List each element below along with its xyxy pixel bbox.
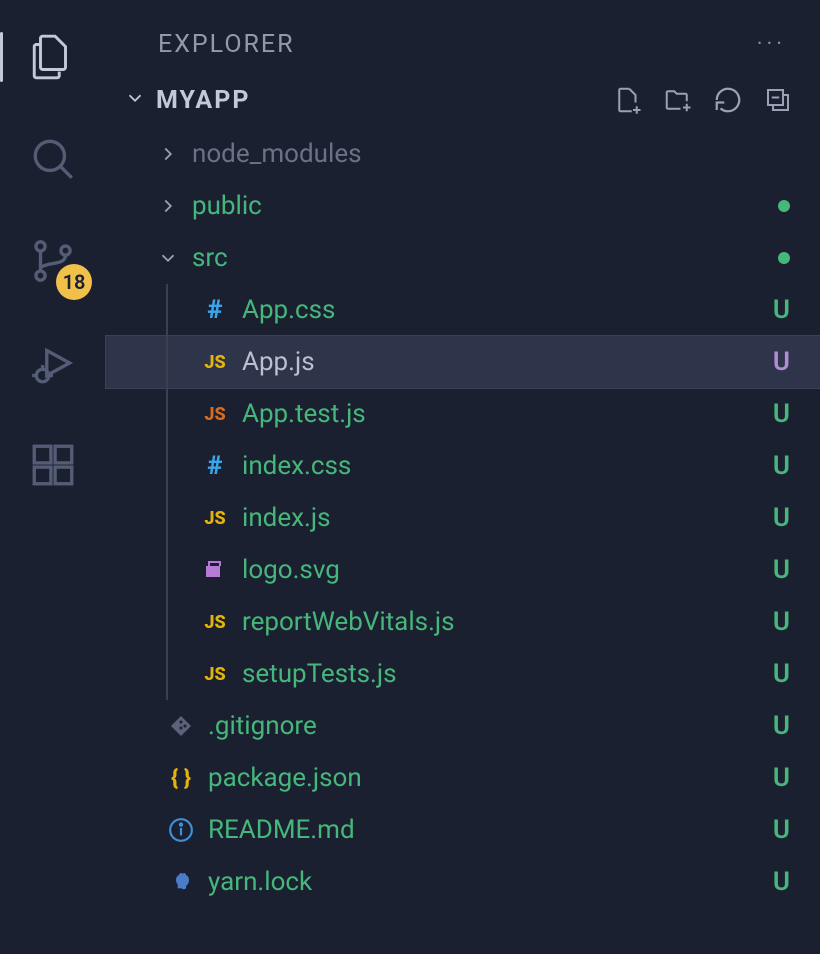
tree-node-label: README.md	[208, 815, 355, 845]
activity-scm[interactable]: 18	[22, 230, 84, 292]
status-untracked: U	[773, 763, 790, 793]
git-file-icon	[166, 711, 196, 741]
refresh-button[interactable]	[712, 84, 744, 116]
css-file-icon: #	[200, 295, 230, 325]
file-setupTests.js[interactable]: JS setupTests.js U	[106, 648, 820, 700]
folder-public[interactable]: public	[106, 180, 820, 232]
explorer-title: EXPLORER	[158, 30, 295, 59]
explorer-section-header[interactable]: MYAPP	[106, 72, 820, 128]
folder-node_modules[interactable]: node_modules	[106, 128, 820, 180]
tree-node-label: index.js	[242, 503, 331, 533]
status-untracked: U	[773, 399, 790, 429]
tree-node-label: .gitignore	[208, 711, 317, 741]
files-icon	[28, 32, 78, 82]
tree-node-label: App.js	[242, 347, 315, 377]
folder-src[interactable]: src	[106, 232, 820, 284]
tree-node-label: node_modules	[192, 139, 362, 169]
activity-debug[interactable]	[22, 332, 84, 394]
tree-node-label: setupTests.js	[242, 659, 397, 689]
file-package.json[interactable]: { } package.json U	[106, 752, 820, 804]
scm-badge: 18	[56, 264, 92, 300]
explorer-sidebar: EXPLORER ··· MYAPP node_modulespublic src…	[106, 0, 820, 954]
explorer-section-name: MYAPP	[156, 86, 250, 115]
status-untracked: U	[773, 659, 790, 689]
new-file-button[interactable]	[612, 84, 644, 116]
activity-search[interactable]	[22, 128, 84, 190]
status-untracked: U	[773, 607, 790, 637]
status-dot	[778, 252, 790, 264]
tree-node-label: reportWebVitals.js	[242, 607, 455, 637]
file-tree: node_modulespublicsrc#App.cssUJSApp.jsUJ…	[106, 128, 820, 908]
readme-file-icon	[166, 815, 196, 845]
activity-bar: 18	[0, 0, 106, 954]
file-App.js[interactable]: JS App.js U	[106, 336, 820, 388]
yarn-file-icon	[166, 867, 196, 897]
tree-node-label: yarn.lock	[208, 867, 312, 897]
status-untracked: U	[773, 347, 790, 377]
file-reportWebVitals.js[interactable]: JS reportWebVitals.js U	[106, 596, 820, 648]
tree-node-label: public	[192, 191, 262, 221]
js-file-icon: JS	[200, 503, 230, 533]
chevron-right-icon	[156, 143, 180, 165]
file-.gitignore[interactable]: .gitignore U	[106, 700, 820, 752]
search-icon	[28, 134, 78, 184]
collapse-all-button[interactable]	[762, 84, 794, 116]
status-untracked: U	[773, 295, 790, 325]
new-folder-button[interactable]	[662, 84, 694, 116]
refresh-icon	[713, 85, 743, 115]
js-file-icon: JS	[200, 347, 230, 377]
indent-guide	[166, 284, 168, 700]
status-untracked: U	[773, 711, 790, 741]
tree-node-label: App.test.js	[242, 399, 366, 429]
activity-explorer[interactable]	[22, 26, 84, 88]
explorer-header: EXPLORER ···	[106, 16, 820, 72]
new-file-icon	[613, 85, 643, 115]
svg-file-icon	[200, 555, 230, 585]
tree-node-label: App.css	[242, 295, 335, 325]
tree-node-label: package.json	[208, 763, 362, 793]
status-untracked: U	[773, 503, 790, 533]
status-untracked: U	[773, 867, 790, 897]
chevron-down-icon	[124, 87, 146, 113]
file-yarn.lock[interactable]: yarn.lock U	[106, 856, 820, 908]
activity-extensions[interactable]	[22, 434, 84, 496]
chevron-down-icon	[156, 247, 180, 269]
debug-icon	[28, 338, 78, 388]
file-index.js[interactable]: JS index.js U	[106, 492, 820, 544]
tree-node-label: index.css	[242, 451, 351, 481]
file-App.test.js[interactable]: JS App.test.js U	[106, 388, 820, 440]
explorer-section-actions	[612, 84, 794, 116]
status-untracked: U	[773, 555, 790, 585]
css-file-icon: #	[200, 451, 230, 481]
tree-node-label: logo.svg	[242, 555, 340, 585]
status-untracked: U	[773, 451, 790, 481]
new-folder-icon	[663, 85, 693, 115]
js-file-icon: JS	[200, 607, 230, 637]
file-index.css[interactable]: # index.css U	[106, 440, 820, 492]
explorer-more-button[interactable]: ···	[757, 32, 786, 57]
js-test-file-icon: JS	[200, 399, 230, 429]
file-App.css[interactable]: # App.css U	[106, 284, 820, 336]
status-dot	[778, 200, 790, 212]
collapse-icon	[763, 85, 793, 115]
tree-node-label: src	[192, 243, 228, 273]
extensions-icon	[28, 440, 78, 490]
file-README.md[interactable]: README.md U	[106, 804, 820, 856]
js-file-icon: JS	[200, 659, 230, 689]
status-untracked: U	[773, 815, 790, 845]
json-file-icon: { }	[166, 763, 196, 793]
file-logo.svg[interactable]: logo.svg U	[106, 544, 820, 596]
chevron-right-icon	[156, 195, 180, 217]
